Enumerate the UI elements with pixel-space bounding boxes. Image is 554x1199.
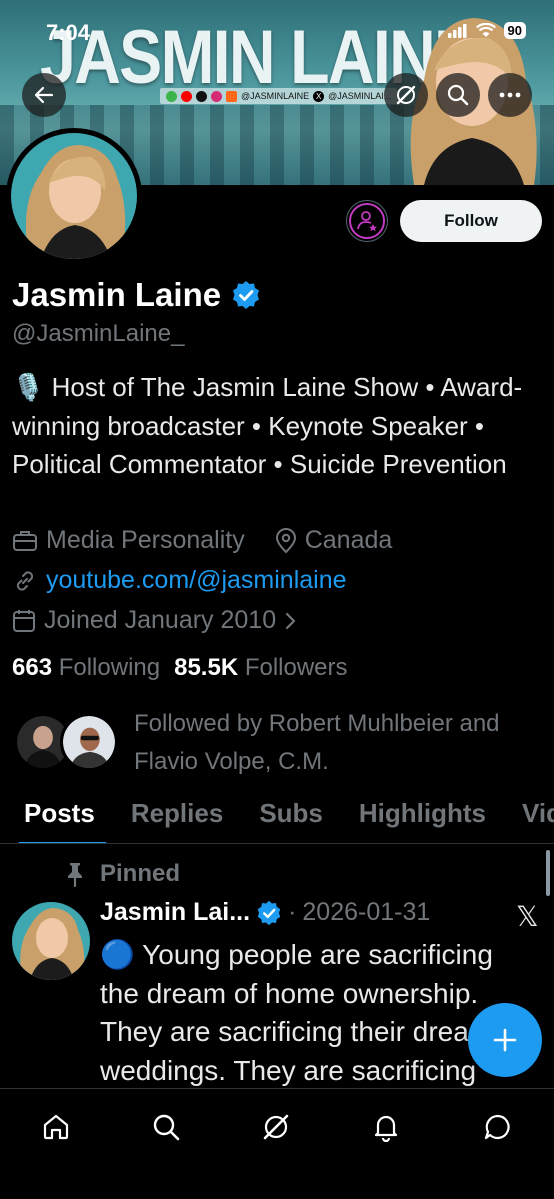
- followers-label: Followers: [244, 654, 348, 681]
- search-icon: [153, 1114, 180, 1141]
- substack-icon: [226, 90, 237, 102]
- post-separator: ·: [288, 898, 297, 926]
- followers-count: 85.5K: [174, 654, 239, 681]
- profile-location: Canada: [304, 526, 393, 554]
- location-pin-icon: [275, 527, 296, 553]
- grok-icon: [396, 85, 416, 105]
- wifi-icon: [475, 23, 496, 37]
- profile-avatar[interactable]: [6, 128, 142, 264]
- profile-bio: 🎙️ Host of The Jasmin Laine Show • Award…: [12, 372, 523, 479]
- pinned-label: Pinned: [100, 860, 181, 887]
- follow-button[interactable]: Follow: [400, 200, 542, 242]
- verified-badge-icon: [257, 900, 281, 925]
- battery-indicator: 90: [503, 22, 526, 39]
- back-arrow-icon: [34, 86, 54, 104]
- home-icon: [43, 1114, 69, 1140]
- nav-search[interactable]: [146, 1107, 186, 1147]
- plus-icon: [493, 1028, 517, 1052]
- profile-joined: Joined January 2010: [44, 606, 277, 634]
- nav-home[interactable]: [36, 1107, 76, 1147]
- following-count: 663: [12, 654, 53, 681]
- briefcase-icon: [13, 530, 37, 551]
- profile-name-row: Jasmin Laine: [12, 276, 261, 314]
- more-button[interactable]: [488, 73, 532, 117]
- followed-by-avatars: [14, 705, 118, 771]
- subscribe-user-icon: [349, 203, 385, 239]
- link-icon: [16, 570, 34, 591]
- profile-website-row[interactable]: youtube.com/@jasminlaine: [12, 566, 347, 595]
- follower-avatar-2: [60, 713, 118, 771]
- followers-link[interactable]: 85.5K Followers: [174, 654, 347, 682]
- instagram-icon: [211, 90, 222, 102]
- back-button[interactable]: [22, 73, 66, 117]
- pinned-indicator: Pinned: [64, 860, 180, 888]
- nav-notifications[interactable]: [366, 1107, 406, 1147]
- post-header: Jasmin Lai... · 2026-01-31: [100, 898, 430, 927]
- grok-button[interactable]: [384, 73, 428, 117]
- follow-counts: 663 Following 85.5K Followers: [12, 654, 348, 682]
- post-text[interactable]: 🔵 Young people are sacrificing the dream…: [100, 936, 520, 1090]
- followed-by[interactable]: Followed by Robert Muhlbeier and Flavio …: [14, 705, 554, 781]
- status-icons: 90: [447, 22, 526, 39]
- tab-replies[interactable]: Replies: [107, 790, 236, 843]
- x-icon: X: [313, 90, 325, 102]
- post-date[interactable]: 2026-01-31: [302, 898, 430, 927]
- profile-joined-row[interactable]: Joined January 2010: [12, 606, 298, 635]
- youtube-icon: [181, 90, 192, 102]
- grok-icon: [263, 1114, 289, 1140]
- scrollbar[interactable]: [546, 850, 550, 896]
- nav-messages[interactable]: [478, 1107, 518, 1147]
- pin-icon: [68, 863, 82, 887]
- signal-icon: [447, 23, 467, 38]
- tab-posts[interactable]: Posts: [0, 790, 107, 843]
- subscribe-button[interactable]: [346, 200, 388, 242]
- tab-highlights[interactable]: Highlights: [335, 790, 498, 843]
- profile-meta-row: Media Personality Canada: [12, 526, 392, 555]
- x-logo-icon: 𝕏: [516, 901, 539, 932]
- post-author-name[interactable]: Jasmin Lai...: [100, 898, 250, 927]
- search-icon: [447, 84, 469, 106]
- tiktok-icon: [196, 90, 207, 102]
- profile-name: Jasmin Laine: [12, 276, 222, 313]
- profile-website-link[interactable]: youtube.com/@jasminlaine: [46, 566, 347, 595]
- chevron-right-icon: [286, 612, 296, 629]
- post-author-avatar[interactable]: [12, 902, 90, 980]
- calendar-icon: [13, 609, 35, 632]
- following-label: Following: [58, 654, 161, 681]
- banner-handle-1: @JASMINLAINE: [241, 91, 310, 101]
- chat-icon: [484, 1114, 510, 1140]
- search-button[interactable]: [436, 73, 480, 117]
- banner-handle-2: @JASMINLAI...: [328, 91, 392, 101]
- status-bar: 7:04 90: [0, 0, 554, 62]
- following-link[interactable]: 663 Following: [12, 654, 160, 682]
- bottom-nav: [0, 1088, 554, 1199]
- compose-button[interactable]: [468, 1003, 542, 1077]
- banner-social-strip: @JASMINLAINE X @JASMINLAI...: [160, 88, 398, 104]
- profile-handle: @JasminLaine_: [12, 320, 185, 347]
- nav-grok[interactable]: [256, 1107, 296, 1147]
- bell-icon: [374, 1115, 398, 1142]
- profile-tabs: Posts Replies Subs Highlights Vide: [0, 790, 554, 844]
- more-icon: [499, 92, 521, 98]
- verified-badge-icon[interactable]: [231, 280, 261, 310]
- profile-category: Media Personality: [46, 526, 245, 554]
- avatar-image: [11, 133, 137, 259]
- status-time: 7:04: [46, 20, 91, 45]
- tab-videos[interactable]: Vide: [498, 790, 554, 843]
- rumble-icon: [166, 90, 177, 102]
- tab-subs[interactable]: Subs: [235, 790, 335, 843]
- followed-by-text: Followed by Robert Muhlbeier and Flavio …: [134, 710, 500, 775]
